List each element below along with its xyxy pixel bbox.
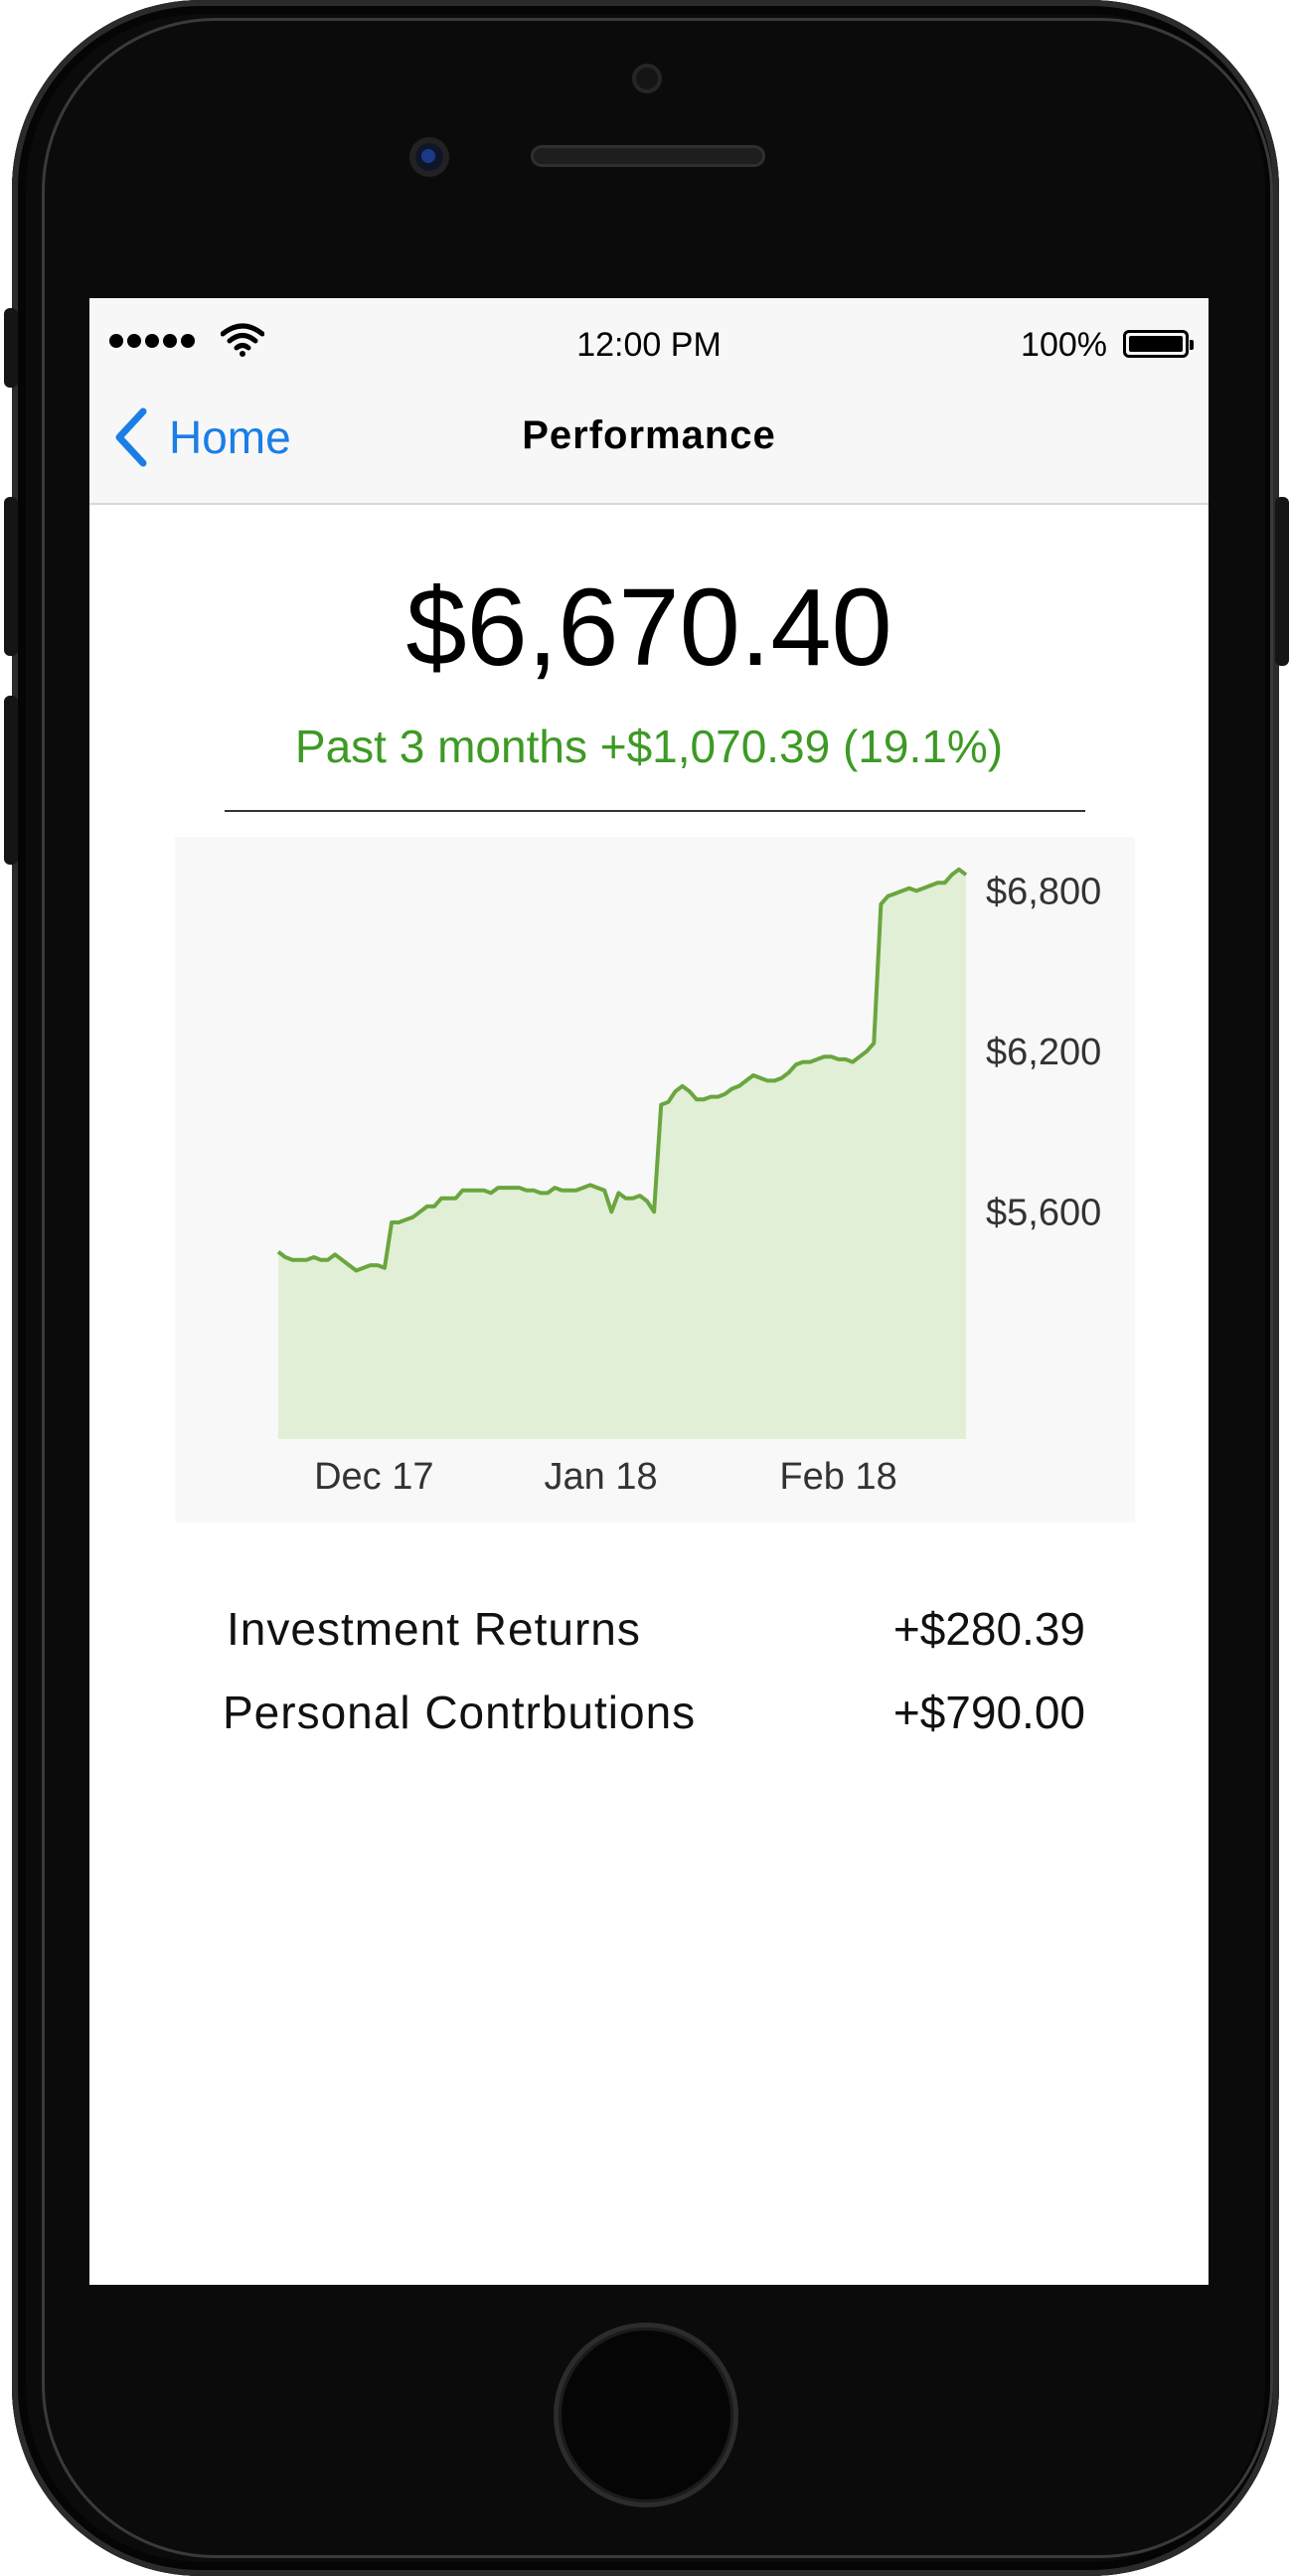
power-button	[1275, 497, 1289, 666]
chart-area-fill	[278, 869, 966, 1439]
home-button[interactable]	[559, 2328, 733, 2502]
breakdown-label: Investment Returns	[227, 1603, 641, 1655]
proximity-sensor	[632, 64, 662, 93]
breakdown-label: Personal Contrbutions	[223, 1687, 697, 1738]
x-tick-label: Feb 18	[779, 1456, 896, 1498]
breakdown-value: +$280.39	[892, 1603, 1085, 1655]
navigation-bar: Home Performance	[89, 362, 1209, 505]
status-bar: 12:00 PM 100%	[89, 298, 1209, 364]
y-tick-label: $6,200	[986, 1032, 1101, 1073]
volume-down-button	[4, 696, 18, 865]
chart-svg: $6,800 $6,200 $5,600 Dec 17 Jan 18 Feb 18	[276, 867, 1101, 1498]
battery-percentage: 100%	[1021, 326, 1107, 364]
performance-chart: $6,800 $6,200 $5,600 Dec 17 Jan 18 Feb 18	[175, 837, 1135, 1523]
mute-switch	[4, 308, 18, 388]
x-tick-label: Jan 18	[545, 1456, 658, 1498]
y-tick-label: $5,600	[986, 1192, 1101, 1233]
page-title: Performance	[522, 413, 776, 457]
y-tick-label: $6,800	[986, 871, 1101, 912]
volume-up-button	[4, 497, 18, 656]
portfolio-total: $6,670.40	[405, 566, 892, 689]
screen: 12:00 PM 100% Home Performance $6,670.40…	[89, 298, 1209, 2285]
camera-lens	[421, 149, 435, 163]
performance-change: Past 3 months +$1,070.39 (19.1%)	[294, 721, 1004, 772]
divider	[225, 810, 1085, 812]
earpiece-speaker	[531, 145, 765, 167]
breakdown-row-contributions: Personal Contrbutions +$790.00	[89, 1686, 1209, 1745]
battery-icon	[1123, 330, 1194, 358]
x-tick-label: Dec 17	[314, 1456, 433, 1498]
breakdown-row-investment: Investment Returns +$280.39	[89, 1602, 1209, 1662]
breakdown-value: +$790.00	[892, 1687, 1085, 1738]
